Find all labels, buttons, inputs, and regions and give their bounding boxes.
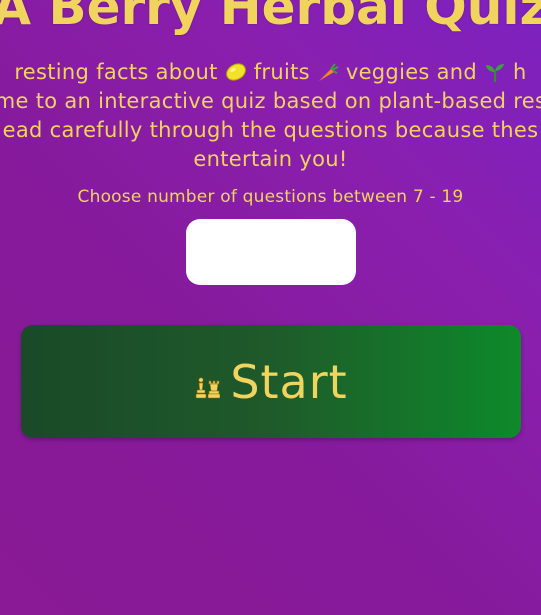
lemon-icon	[225, 63, 246, 81]
start-button-label: Start	[230, 354, 348, 409]
intro-line-1-b: fruits	[253, 60, 310, 84]
chess-pieces-icon	[196, 376, 221, 398]
intro-line-1-d: h	[513, 60, 527, 84]
intro-text: resting facts about fruits veggies and h me…	[0, 58, 541, 174]
intro-line-1: resting facts about fruits veggies and h	[0, 58, 541, 87]
carrot-icon	[318, 63, 339, 81]
seedling-icon	[486, 64, 505, 82]
intro-line-2: me to an interactive quiz based on plant…	[0, 89, 541, 113]
start-button[interactable]: Start	[21, 325, 521, 438]
intro-line-4: entertain you!	[193, 147, 348, 171]
intro-line-1-c: veggies and	[345, 60, 478, 84]
question-count-input[interactable]	[186, 219, 356, 285]
intro-line-1-a: resting facts about	[14, 60, 218, 84]
intro-line-3: ead carefully through the questions beca…	[2, 118, 539, 142]
question-count-prompt: Choose number of questions between 7 - 1…	[77, 187, 464, 207]
page-title: A Berry Herbal Quiz	[0, 0, 541, 36]
